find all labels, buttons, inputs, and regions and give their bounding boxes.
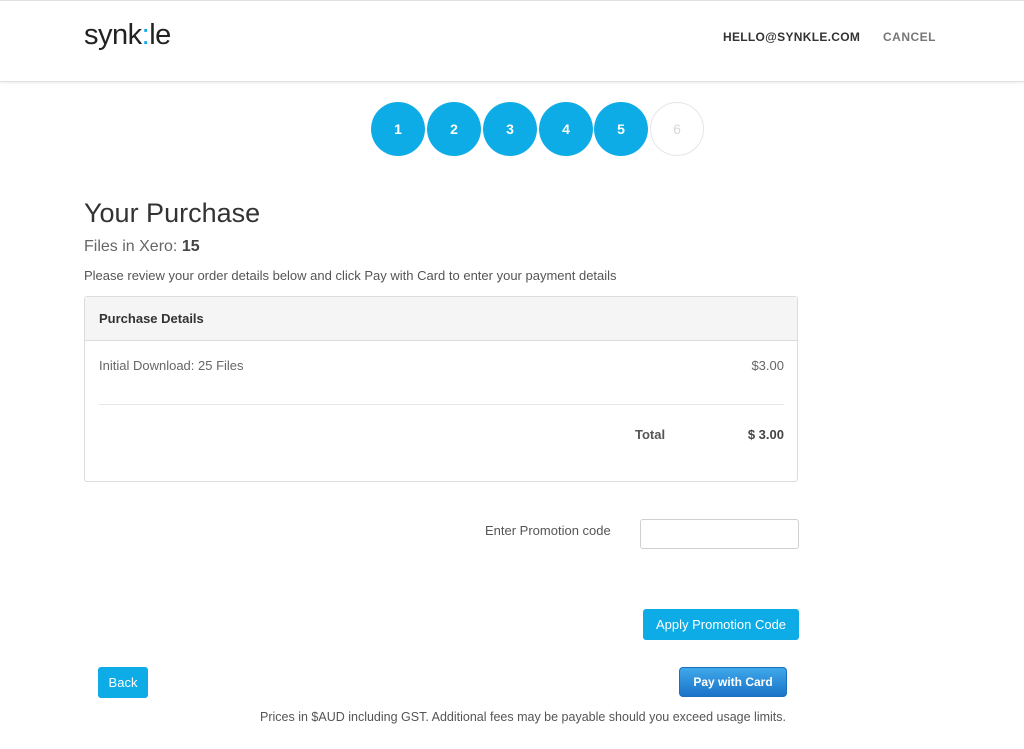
total-value: $ 3.00 <box>747 427 784 442</box>
top-header: synk:le HELLO@SYNKLE.COM CANCEL <box>0 1 1024 82</box>
intro-text: Please review your order details below a… <box>84 268 617 283</box>
line-item-name: Initial Download: 25 Files <box>99 358 244 373</box>
step-3: 3 <box>483 102 537 156</box>
pay-with-card-button[interactable]: Pay with Card <box>679 667 787 697</box>
files-in-xero: Files in Xero: 15 <box>84 238 200 256</box>
files-label: Files in Xero: <box>84 238 178 255</box>
total-label: Total <box>635 427 666 442</box>
page-title: Your Purchase <box>84 198 261 228</box>
synkle-logo[interactable]: synk:le <box>84 19 171 52</box>
back-button[interactable]: Back <box>98 667 148 698</box>
step-5-current: 5 <box>594 102 648 156</box>
email-link[interactable]: HELLO@SYNKLE.COM <box>723 30 860 44</box>
pricing-footnote: Prices in $AUD including GST. Additional… <box>260 710 786 724</box>
step-6-pending: 6 <box>650 102 704 156</box>
line-item-price: $3.00 <box>751 358 784 373</box>
step-4: 4 <box>539 102 593 156</box>
step-1: 1 <box>371 102 425 156</box>
panel-heading: Purchase Details <box>99 311 204 326</box>
promo-code-label: Enter Promotion code <box>485 523 611 538</box>
apply-promo-button[interactable]: Apply Promotion Code <box>643 609 799 640</box>
step-2: 2 <box>427 102 481 156</box>
purchase-details-panel: Purchase Details Initial Download: 25 Fi… <box>84 296 798 482</box>
files-count: 15 <box>181 238 200 255</box>
panel-divider <box>99 404 784 405</box>
promo-code-input[interactable] <box>640 519 799 549</box>
cancel-link[interactable]: CANCEL <box>883 30 936 44</box>
panel-header: Purchase Details <box>85 297 797 341</box>
